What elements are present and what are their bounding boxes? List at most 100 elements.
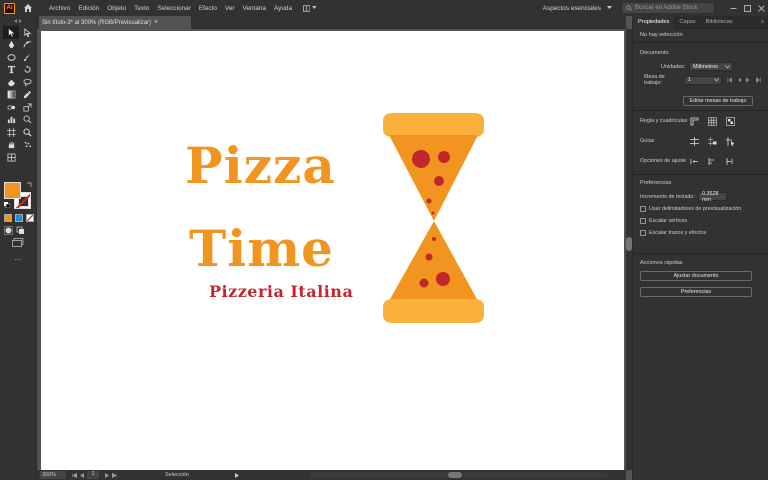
menu-ventana[interactable]: Ventana xyxy=(239,5,270,12)
selection-tool-icon[interactable] xyxy=(3,26,19,39)
rulers-guides-snap-section: Regla y cuadrículas Guías Opciones de aj… xyxy=(633,111,768,175)
fill-swatch[interactable] xyxy=(4,182,21,199)
chart-tool-icon[interactable] xyxy=(3,114,19,127)
horizontal-scroll-thumb[interactable] xyxy=(448,472,462,478)
color-mode-icon[interactable] xyxy=(4,214,12,222)
previous-artboard-icon[interactable] xyxy=(80,472,84,478)
menu-edicion[interactable]: Edición xyxy=(74,5,103,12)
direct-selection-tool-icon[interactable] xyxy=(19,26,35,39)
edit-toolbar-icon[interactable]: ... xyxy=(12,254,24,262)
next-artboard-icon[interactable] xyxy=(105,472,109,478)
artboard-tool-icon[interactable] xyxy=(3,126,19,139)
curvature-tool-icon[interactable] xyxy=(19,39,35,52)
draw-behind-icon[interactable] xyxy=(16,226,25,235)
units-dropdown[interactable]: Milímetros xyxy=(689,62,733,71)
menu-ayuda[interactable]: Ayuda xyxy=(270,5,296,12)
arrange-documents-icon[interactable] xyxy=(303,4,317,12)
menu-objeto[interactable]: Objeto xyxy=(103,5,130,12)
none-mode-icon[interactable] xyxy=(26,214,34,222)
paintbrush-tool-icon[interactable] xyxy=(19,51,35,64)
document-tab[interactable]: Sin título-3* al 300% (RGB/Previsualizar… xyxy=(39,16,191,29)
zoom-level-value: 300% xyxy=(42,472,57,478)
last-artboard-icon[interactable] xyxy=(112,472,117,478)
menu-ver[interactable]: Ver xyxy=(221,5,239,12)
checkbox-row-1[interactable]: Usar delimitadores de previsualización xyxy=(640,206,761,212)
minimize-button[interactable] xyxy=(726,0,740,16)
snap-to-glyph-icon[interactable] xyxy=(725,156,735,166)
mesh-tool-icon[interactable] xyxy=(3,151,19,164)
bounding-preview-checkbox[interactable] xyxy=(640,206,646,212)
first-artboard-icon[interactable] xyxy=(72,472,77,478)
rulers-icon[interactable] xyxy=(689,116,699,126)
next-artboard-icon[interactable] xyxy=(746,77,750,83)
status-menu-icon[interactable] xyxy=(234,472,239,478)
fit-document-button[interactable]: Ajustar documento xyxy=(640,271,752,281)
first-artboard-icon[interactable] xyxy=(727,77,732,83)
home-icon[interactable] xyxy=(23,3,33,13)
artboard[interactable]: Pizza Time Pizzeria Italina xyxy=(41,31,624,470)
draw-normal-icon[interactable] xyxy=(4,226,13,235)
logo-word-time[interactable]: Time xyxy=(189,219,334,279)
lock-guides-icon[interactable] xyxy=(707,136,717,146)
toolbar-collapse-icon[interactable] xyxy=(0,16,36,26)
zoom-tool-icon[interactable] xyxy=(19,126,35,139)
zoom-level-field[interactable]: 300% xyxy=(40,471,66,479)
menu-archivo[interactable]: Archivo xyxy=(45,5,74,12)
swap-fill-stroke-icon[interactable] xyxy=(26,182,32,188)
tab-libraries[interactable]: Bibliotecas xyxy=(701,16,738,29)
gradient-tool-icon[interactable] xyxy=(3,89,19,102)
symbol-sprayer-tool-icon[interactable] xyxy=(19,139,35,152)
eraser-tool-icon[interactable] xyxy=(3,76,19,89)
ellipse-tool-icon[interactable] xyxy=(3,51,19,64)
horizontal-scrollbar[interactable] xyxy=(310,472,608,478)
transparency-grid-icon[interactable] xyxy=(725,116,735,126)
preferences-button[interactable]: Preferencias xyxy=(640,287,752,297)
pizza-hourglass-graphic[interactable] xyxy=(381,111,486,326)
gradient-mode-icon[interactable] xyxy=(15,214,23,222)
canvas[interactable]: Pizza Time Pizzeria Italina xyxy=(37,29,626,470)
scale-strokes-checkbox[interactable] xyxy=(640,230,646,236)
menu-efecto[interactable]: Efecto xyxy=(195,5,221,12)
keyboard-increment-input[interactable]: 0.3528 mm xyxy=(698,191,727,203)
checkbox-row-3[interactable]: Escalar trazos y efectos xyxy=(640,230,761,236)
smart-guides-icon[interactable] xyxy=(725,136,735,146)
eyedropper-tool-icon[interactable] xyxy=(19,89,35,102)
status-tool-name[interactable]: Selección xyxy=(165,472,189,478)
panel-menu-icon[interactable]: ≡ xyxy=(761,19,764,25)
tab-layers[interactable]: Capas xyxy=(674,16,700,29)
hand-tool-icon[interactable] xyxy=(3,139,19,152)
show-guides-icon[interactable] xyxy=(689,136,699,146)
screen-mode-icon[interactable] xyxy=(12,238,24,247)
tab-properties[interactable]: Propiedades xyxy=(633,15,675,29)
default-colors-icon[interactable] xyxy=(4,202,10,208)
type-tool-icon[interactable] xyxy=(3,64,19,77)
close-tab-icon[interactable]: × xyxy=(154,19,158,26)
last-artboard-icon[interactable] xyxy=(755,77,761,83)
scale-corners-label: Escalar vértices xyxy=(649,218,688,224)
lasso-tool-icon[interactable] xyxy=(19,76,35,89)
shape-builder-tool-icon[interactable] xyxy=(19,114,35,127)
stock-search-input[interactable]: Buscar en Adobe Stock xyxy=(622,3,714,13)
rotate-tool-icon[interactable] xyxy=(19,64,35,77)
artboard-dropdown[interactable]: 1 xyxy=(683,75,722,85)
search-icon xyxy=(626,5,632,11)
workspace-switcher[interactable]: Aspectos esenciales xyxy=(543,5,601,12)
previous-artboard-icon[interactable] xyxy=(737,77,742,83)
logo-word-pizza[interactable]: Pizza xyxy=(185,136,336,196)
edit-artboards-button[interactable]: Editar mesas de trabajo xyxy=(683,96,753,106)
snap-to-point-icon[interactable] xyxy=(689,156,699,166)
blend-tool-icon[interactable] xyxy=(3,101,19,114)
snap-to-pixel-icon[interactable] xyxy=(707,156,717,166)
menu-seleccionar[interactable]: Seleccionar xyxy=(153,5,194,12)
grid-icon[interactable] xyxy=(707,116,717,126)
bottom-slice xyxy=(389,221,478,301)
menu-texto[interactable]: Texto xyxy=(130,5,153,12)
logo-tagline[interactable]: Pizzeria Italina xyxy=(209,282,353,302)
checkbox-row-2[interactable]: Escalar vértices xyxy=(640,218,761,224)
scale-corners-checkbox[interactable] xyxy=(640,218,646,224)
scale-tool-icon[interactable] xyxy=(19,101,35,114)
maximize-button[interactable] xyxy=(740,0,754,16)
close-window-button[interactable] xyxy=(754,0,768,16)
artboard-number-field[interactable]: 1 xyxy=(87,471,99,479)
pen-tool-icon[interactable] xyxy=(3,39,19,52)
